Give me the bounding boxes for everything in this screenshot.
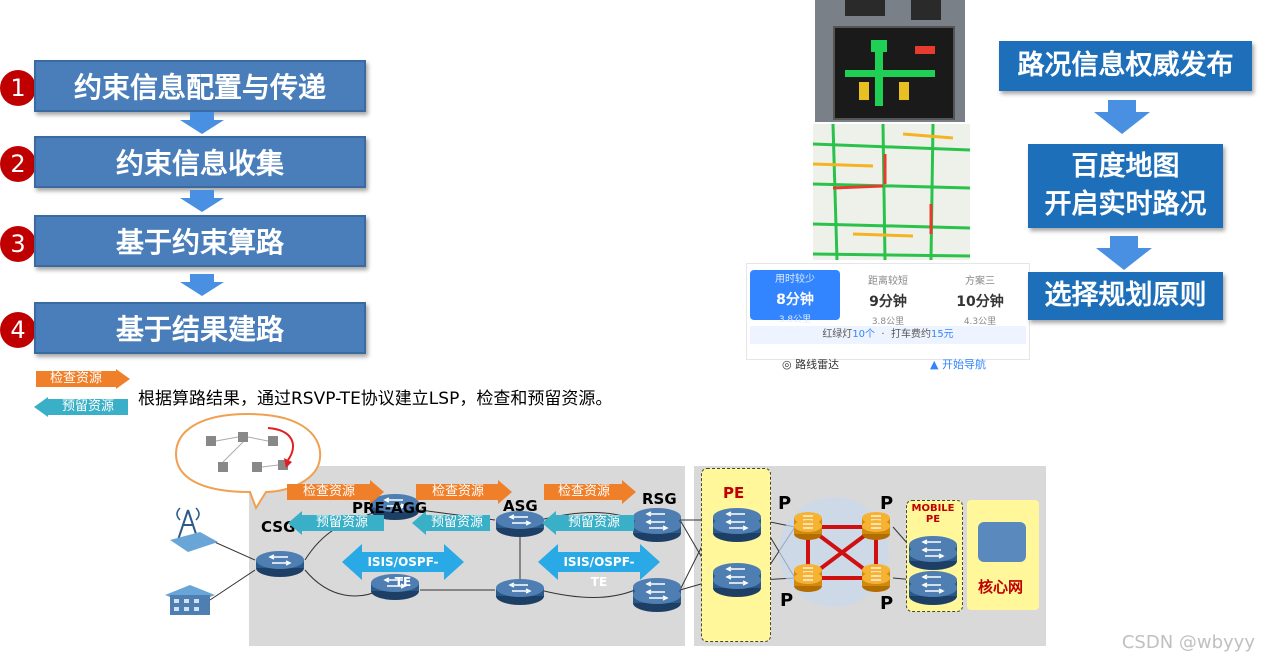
reserve-arrow-label: 预留资源 (315, 515, 368, 530)
watermark: CSDN @wbyyy (1121, 632, 1255, 653)
check-arrow-label: 检查资源 (431, 484, 484, 499)
reserve-arrow-label: 预留资源 (567, 515, 620, 530)
igp-label: ISIS/OSPF-TE (563, 555, 635, 589)
reserve-arrow-label: 预留资源 (430, 515, 483, 530)
check-arrow-label: 检查资源 (302, 484, 355, 499)
check-arrow-label: 检查资源 (557, 484, 610, 499)
igp-label: ISIS/OSPF-TE (367, 555, 439, 589)
